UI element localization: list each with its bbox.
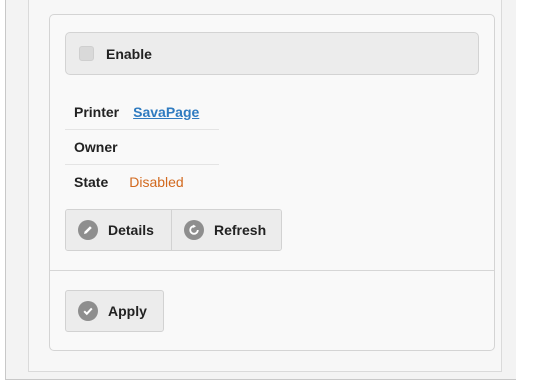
printer-info-table: Printer SavaPage Owner State Disabled — [65, 94, 219, 199]
owner-label: Owner — [74, 139, 118, 155]
section-divider — [50, 270, 494, 271]
enable-checkbox[interactable] — [79, 46, 94, 61]
info-row-state: State Disabled — [65, 164, 219, 199]
refresh-icon — [184, 220, 204, 240]
info-row-owner: Owner — [65, 129, 219, 164]
state-label: State — [74, 174, 109, 190]
page-gutter — [516, 0, 534, 385]
refresh-button[interactable]: Refresh — [171, 210, 281, 250]
details-label: Details — [108, 222, 154, 238]
details-button[interactable]: Details — [66, 210, 171, 250]
printer-link[interactable]: SavaPage — [133, 104, 199, 120]
check-icon — [78, 301, 98, 321]
info-row-printer: Printer SavaPage — [65, 94, 219, 129]
printer-label: Printer — [74, 103, 120, 120]
action-button-group: Details Refresh — [65, 209, 282, 251]
state-value: Disabled — [129, 174, 184, 190]
enable-toggle[interactable]: Enable — [65, 32, 479, 75]
apply-button[interactable]: Apply — [65, 290, 164, 332]
enable-label: Enable — [106, 45, 152, 62]
refresh-label: Refresh — [214, 222, 267, 238]
pencil-icon — [78, 220, 98, 240]
apply-label: Apply — [108, 303, 147, 319]
